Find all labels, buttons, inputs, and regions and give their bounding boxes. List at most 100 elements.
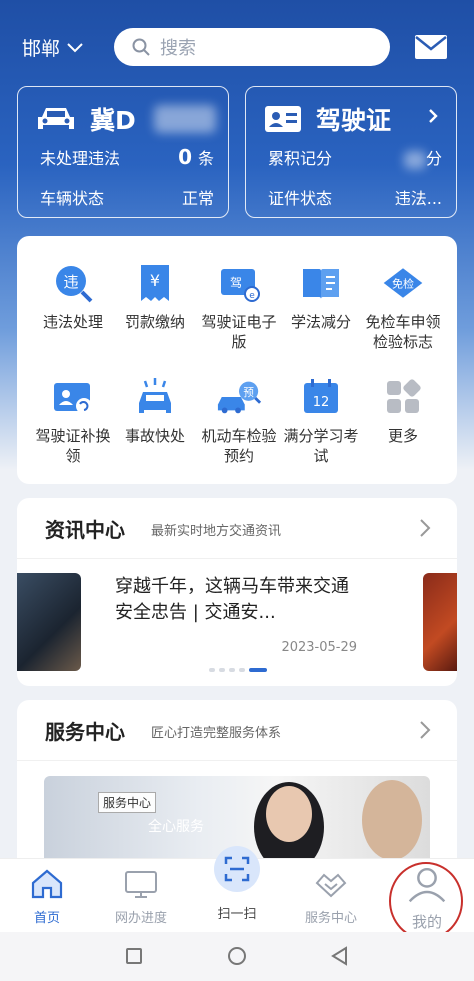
service-label: 学法减分: [290, 313, 351, 331]
tab-label: 服务中心: [304, 911, 357, 926]
service-violation-handling[interactable]: 违 违法处理: [31, 260, 115, 332]
service-center: 服务中心 匠心打造完整服务体系 服务中心 全心服务: [17, 700, 457, 860]
search-placeholder: 搜索: [160, 38, 196, 59]
service-label: 更多: [387, 427, 418, 445]
search-icon: [132, 38, 150, 56]
system-navigation-bar: [0, 932, 474, 981]
home-button[interactable]: [228, 947, 246, 965]
home-icon: [31, 869, 63, 899]
service-full-score-exam[interactable]: 12 满分学习考试: [279, 374, 363, 466]
service-label: 驾驶证电子版: [201, 313, 277, 351]
book-icon: [303, 269, 339, 299]
vehicle-status-label: 车辆状态: [40, 189, 105, 208]
service-inspection-booking[interactable]: 预 机动车检验预约: [197, 374, 281, 466]
violation-unit: 条: [197, 149, 214, 168]
e-license-icon: 驾e: [221, 269, 260, 302]
city-label: 邯郸: [22, 38, 61, 60]
tab-label: 扫一扫: [217, 907, 257, 922]
chevron-right-icon[interactable]: [419, 518, 431, 538]
news-headline[interactable]: 穿越千年，这辆马车带来交通安全忠告 | 交通安...: [115, 574, 365, 626]
id-card-icon: [265, 106, 301, 132]
chevron-right-icon: [429, 109, 438, 123]
chevron-down-icon: [67, 42, 83, 52]
fine-receipt-icon: ¥: [141, 265, 169, 301]
tab-label: 网办进度: [114, 911, 167, 926]
news-thumbnail-next[interactable]: [423, 573, 457, 671]
points-redacted: [403, 150, 426, 169]
search-input[interactable]: 搜索: [114, 28, 390, 66]
service-exempt-inspection[interactable]: 免检 免检车申领检验标志: [361, 260, 445, 352]
banner-tag: 服务中心: [98, 792, 157, 813]
car-icon: [38, 108, 74, 129]
service-label: 免检车申领检验标志: [365, 313, 441, 351]
plate-number: 冀D: [90, 106, 136, 135]
more-grid-icon: [387, 379, 421, 413]
carousel-indicator: [209, 668, 267, 672]
service-accident[interactable]: 事故快处: [113, 374, 197, 446]
recent-apps-button[interactable]: [126, 948, 142, 964]
news-subtitle: 最新实时地方交通资讯: [151, 524, 282, 539]
carousel-dot-active: [249, 668, 267, 672]
service-label: 机动车检验预约: [201, 427, 277, 465]
violation-count: 0: [178, 145, 192, 169]
exempt-badge-icon: 免检: [383, 268, 423, 298]
svg-text:预: 预: [243, 387, 254, 399]
agent-photo: [362, 780, 422, 860]
license-status-value: 违法...: [394, 189, 442, 208]
accident-icon: [139, 378, 171, 413]
license-status-label: 证件状态: [268, 189, 333, 208]
svg-text:免检: 免检: [392, 277, 414, 291]
service-label: 满分学习考试: [283, 427, 359, 465]
news-title: 资讯中心: [45, 518, 125, 542]
svg-text:¥: ¥: [150, 271, 160, 290]
service-label: 违法处理: [42, 313, 103, 331]
vehicle-card[interactable]: 冀D 未处理违法 0条 车辆状态 正常: [17, 86, 229, 218]
license-renew-icon: [54, 383, 92, 414]
news-thumbnail-prev[interactable]: [17, 573, 81, 671]
service-grid: 违 违法处理 ¥ 罚款缴纳 驾e 驾驶证电子版 学法减分 免检 免检车申领检验标…: [17, 236, 457, 484]
service-e-license[interactable]: 驾e 驾驶证电子版: [197, 260, 281, 352]
tab-label: 首页: [33, 911, 60, 926]
tab-home[interactable]: 首页: [0, 859, 94, 933]
violation-label: 未处理违法: [40, 149, 121, 168]
carousel-dot: [209, 668, 215, 672]
back-button[interactable]: [330, 946, 348, 966]
license-card[interactable]: 驾驶证 累积记分 分 证件状态 违法...: [245, 86, 457, 218]
divider: [17, 760, 457, 761]
license-title: 驾驶证: [316, 106, 392, 135]
service-fine-payment[interactable]: ¥ 罚款缴纳: [113, 260, 197, 332]
divider: [17, 558, 457, 559]
service-label: 事故快处: [124, 427, 185, 445]
violation-search-icon: 违: [56, 266, 93, 303]
tab-service-center[interactable]: 服务中心: [284, 859, 378, 933]
svg-text:e: e: [249, 291, 255, 301]
mail-icon[interactable]: [414, 34, 448, 60]
city-selector[interactable]: 邯郸: [22, 34, 84, 61]
scan-icon: [224, 856, 250, 882]
service-label: 罚款缴纳: [124, 313, 185, 331]
svg-text:12: 12: [313, 395, 330, 410]
service-license-renew[interactable]: 驾驶证补换领: [31, 374, 115, 466]
tab-progress[interactable]: 网办进度: [94, 859, 188, 933]
chevron-right-icon[interactable]: [419, 720, 431, 740]
handshake-icon: [315, 873, 347, 898]
carousel-dot: [229, 668, 235, 672]
top-bar: 邯郸 搜索: [0, 26, 474, 70]
carousel-dot: [239, 668, 245, 672]
inspection-booking-icon: 预: [217, 381, 262, 414]
points-unit: 分: [425, 149, 442, 168]
plate-redacted: [153, 105, 216, 133]
service-study-points[interactable]: 学法减分: [279, 260, 363, 332]
carousel-dot: [219, 668, 225, 672]
svg-text:违: 违: [63, 273, 78, 291]
scan-button[interactable]: [214, 846, 260, 892]
highlight-circle: [389, 862, 463, 940]
service-more[interactable]: 更多: [361, 374, 445, 446]
news-date: 2023-05-29: [281, 640, 357, 655]
points-label: 累积记分: [268, 149, 333, 168]
banner-text: 全心服务: [148, 819, 204, 835]
agent-photo: [266, 786, 312, 842]
service-center-title: 服务中心: [45, 720, 125, 744]
monitor-icon: [125, 871, 157, 898]
service-center-subtitle: 匠心打造完整服务体系: [151, 726, 282, 741]
